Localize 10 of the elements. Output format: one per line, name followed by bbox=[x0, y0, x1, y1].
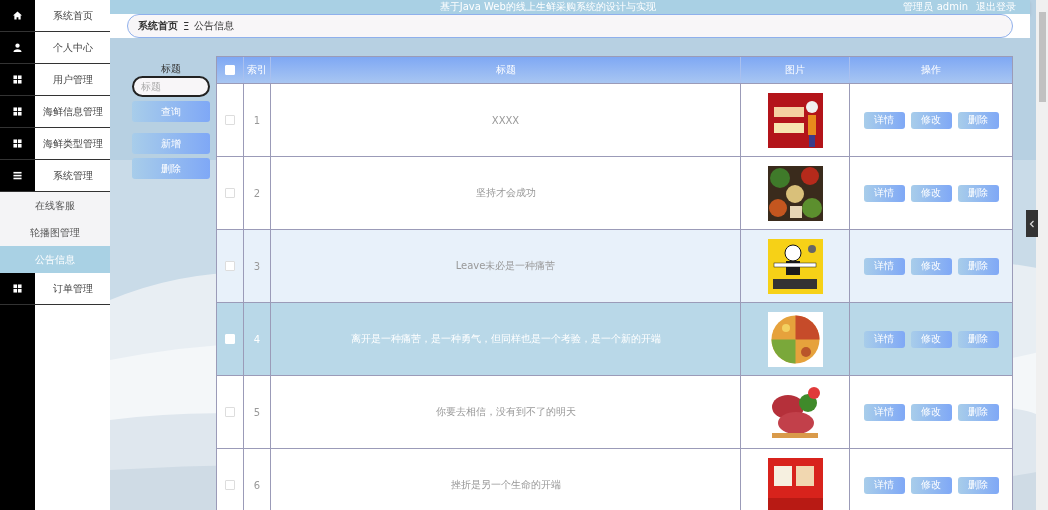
sidebar-subitem[interactable]: 公告信息 bbox=[0, 246, 110, 273]
home-icon bbox=[13, 11, 22, 20]
user-icon bbox=[13, 43, 22, 52]
menu-icon bbox=[13, 171, 22, 180]
grid-icon bbox=[13, 75, 22, 84]
grid-icon bbox=[13, 284, 22, 293]
grid-icon bbox=[13, 107, 22, 116]
sidebar-subitem[interactable]: 在线客服 bbox=[0, 192, 110, 219]
grid-icon bbox=[13, 139, 22, 148]
sidebar-subitem[interactable]: 轮播图管理 bbox=[0, 219, 110, 246]
